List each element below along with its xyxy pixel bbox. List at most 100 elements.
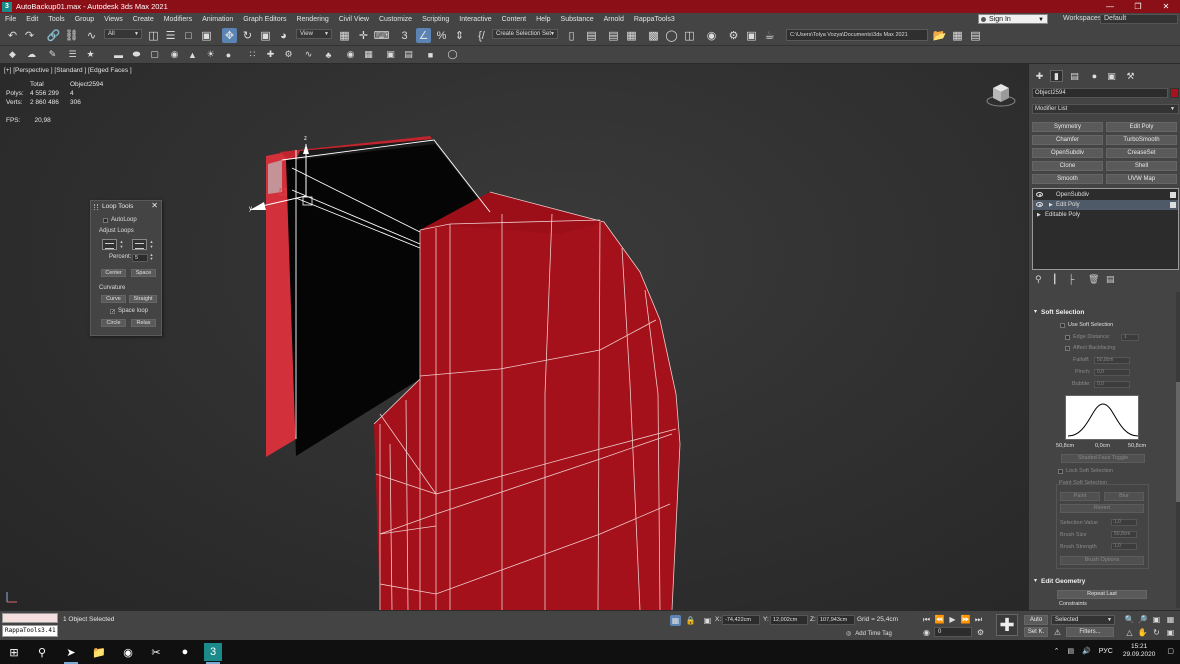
hierarchy-icon[interactable]: ⚙ <box>282 48 295 61</box>
percent-snap-icon[interactable]: % <box>434 28 449 43</box>
key-mode-icon[interactable]: ◉ <box>921 627 932 638</box>
adjust-loop-mode-2-button[interactable] <box>132 239 147 250</box>
project-path-field[interactable]: C:\Users\Tolya Vozya\Documents\3ds Max 2… <box>786 29 928 41</box>
edit-geometry-rollout[interactable]: Edit Geometry <box>1032 576 1175 587</box>
key-filter-icon[interactable]: ⚠ <box>1052 627 1063 638</box>
disc-icon[interactable]: ⬬ <box>130 48 143 61</box>
quick-access-icon[interactable]: ▤ <box>968 28 983 43</box>
show-end-result-icon[interactable]: ┃ <box>1052 274 1057 285</box>
curve-button[interactable]: Curve <box>101 295 126 303</box>
stack-item-opensubdiv[interactable]: OpenSubdiv <box>1033 190 1178 200</box>
repeat-last-button[interactable]: Repeat Last <box>1057 590 1147 599</box>
opensubdiv-button[interactable]: OpenSubdiv <box>1032 148 1103 158</box>
select-object-icon[interactable]: ◫ <box>146 28 161 43</box>
tree-icon[interactable]: ♣ <box>322 48 335 61</box>
previous-frame-icon[interactable]: ⏪ <box>934 614 945 625</box>
pin-stack-icon[interactable]: ⚲ <box>1035 274 1042 285</box>
script-icon[interactable]: ★ <box>84 48 97 61</box>
menu-graph-editors[interactable]: Graph Editors <box>238 16 291 23</box>
center-button[interactable]: Center <box>101 269 126 277</box>
x-coordinate-field[interactable]: -74,422cm <box>722 615 760 625</box>
set-key-button[interactable]: Set K. <box>1024 627 1048 637</box>
isolate-selection-icon[interactable]: ▦ <box>670 615 681 626</box>
set-key-icon[interactable]: ✚ <box>996 614 1018 636</box>
symmetry-button[interactable]: Symmetry <box>1032 122 1103 132</box>
file-explorer-icon[interactable]: 📁 <box>90 643 108 661</box>
language-indicator[interactable]: РУС <box>1099 648 1113 655</box>
reference-coordinate-dropdown[interactable]: View ▼ <box>296 29 332 39</box>
autoloop-checkbox[interactable]: AutoLoop <box>103 217 137 223</box>
select-and-move-icon[interactable]: ✥ <box>222 28 237 43</box>
stack-item-edit-poly[interactable]: ▶ Edit Poly <box>1033 200 1178 210</box>
scene-geometry[interactable]: z y <box>0 64 1028 610</box>
3dsmax-taskbar-icon[interactable]: 3 <box>204 643 222 664</box>
scrollbar-thumb[interactable] <box>1176 382 1180 502</box>
falloff-field[interactable]: 50,8cm <box>1094 357 1130 364</box>
array-icon[interactable]: ∷ <box>246 48 259 61</box>
menu-help[interactable]: Help <box>531 16 555 23</box>
close-icon[interactable]: ✕ <box>151 201 158 210</box>
sphere-icon[interactable]: ● <box>222 48 235 61</box>
key-mode-dropdown[interactable]: Selected ▼ <box>1051 615 1115 625</box>
snap-pivot-icon[interactable]: ✚ <box>264 48 277 61</box>
rendered-frame-window-icon[interactable]: ▣ <box>744 28 759 43</box>
viewport-label[interactable]: [+] [Perspective ] [Standard ] [Edged Fa… <box>4 67 132 74</box>
menu-interactive[interactable]: Interactive <box>454 16 496 23</box>
spinner-icon[interactable]: ▲ ▼ <box>149 253 154 262</box>
adjust-loop-mode-1-button[interactable] <box>102 239 117 250</box>
volume-icon[interactable]: 🔊 <box>1082 647 1091 655</box>
select-and-place-icon[interactable]: ◕ <box>276 28 291 43</box>
menu-create[interactable]: Create <box>128 16 159 23</box>
green-app-icon[interactable]: ● <box>176 643 194 661</box>
snaps-toggle-icon[interactable]: 3 <box>397 28 412 43</box>
menu-animation[interactable]: Animation <box>197 16 238 23</box>
next-frame-icon[interactable]: ⏩ <box>960 614 971 625</box>
menu-edit[interactable]: Edit <box>21 16 43 23</box>
filters-button[interactable]: Filters... <box>1066 627 1114 637</box>
select-and-scale-icon[interactable]: ▣ <box>258 28 273 43</box>
box-icon[interactable]: ▢ <box>148 48 161 61</box>
camera-icon[interactable]: ■ <box>424 48 437 61</box>
paint-button[interactable]: Paint <box>1060 492 1100 501</box>
close-button[interactable]: ✕ <box>1152 0 1180 13</box>
menu-modifiers[interactable]: Modifiers <box>159 16 197 23</box>
network-icon[interactable]: ▤ <box>1067 647 1074 655</box>
paint-icon[interactable]: ✎ <box>46 48 59 61</box>
make-unique-icon[interactable]: ├ <box>1068 274 1074 284</box>
space-button[interactable]: Space <box>131 269 156 277</box>
shell-button[interactable]: Shell <box>1106 161 1177 171</box>
checkbox-icon[interactable] <box>1170 192 1176 198</box>
create-tab-icon[interactable]: ✚ <box>1033 70 1046 82</box>
auto-key-button[interactable]: Auto <box>1024 615 1048 625</box>
telegram-icon[interactable]: ➤ <box>62 643 80 664</box>
angle-snap-icon[interactable]: ∠ <box>416 28 431 43</box>
align-icon[interactable]: ▤ <box>584 28 599 43</box>
hierarchy-tab-icon[interactable]: ▤ <box>1068 70 1081 82</box>
snipping-tool-icon[interactable]: ✂ <box>147 643 165 661</box>
motion-tab-icon[interactable]: ● <box>1088 70 1101 82</box>
brush-strength-field[interactable]: 1,0 <box>1111 543 1137 550</box>
select-by-name-icon[interactable]: ☰ <box>163 28 178 43</box>
layers-icon[interactable]: ☰ <box>66 48 79 61</box>
maximize-viewport-icon[interactable]: ▣ <box>1165 627 1176 638</box>
zoom-extents-all-icon[interactable]: ▦ <box>1165 614 1176 625</box>
menu-group[interactable]: Group <box>70 16 99 23</box>
bubble-field[interactable]: 0,0 <box>1094 381 1130 388</box>
checkbox-icon[interactable] <box>1170 202 1176 208</box>
rappatools-icon[interactable]: ◯ <box>446 48 459 61</box>
pinch-field[interactable]: 0,0 <box>1094 369 1130 376</box>
maximize-button[interactable]: ❐ <box>1124 0 1152 13</box>
rectangular-selection-icon[interactable]: □ <box>181 28 196 43</box>
menu-civil-view[interactable]: Civil View <box>334 16 374 23</box>
menu-scripting[interactable]: Scripting <box>417 16 454 23</box>
turbosmooth-button[interactable]: TurboSmooth <box>1106 135 1177 145</box>
stack-item-editable-poly[interactable]: ▶ Editable Poly <box>1033 210 1178 220</box>
minimize-button[interactable]: — <box>1096 0 1124 13</box>
globe-icon[interactable]: ◉ <box>344 48 357 61</box>
search-icon[interactable]: ⚲ <box>33 643 51 661</box>
expand-arrow-icon[interactable]: ▶ <box>1037 210 1041 220</box>
menu-arnold[interactable]: Arnold <box>599 16 629 23</box>
menu-views[interactable]: Views <box>99 16 128 23</box>
zoom-extents-icon[interactable]: ▣ <box>1151 614 1162 625</box>
menu-file[interactable]: File <box>0 16 21 23</box>
